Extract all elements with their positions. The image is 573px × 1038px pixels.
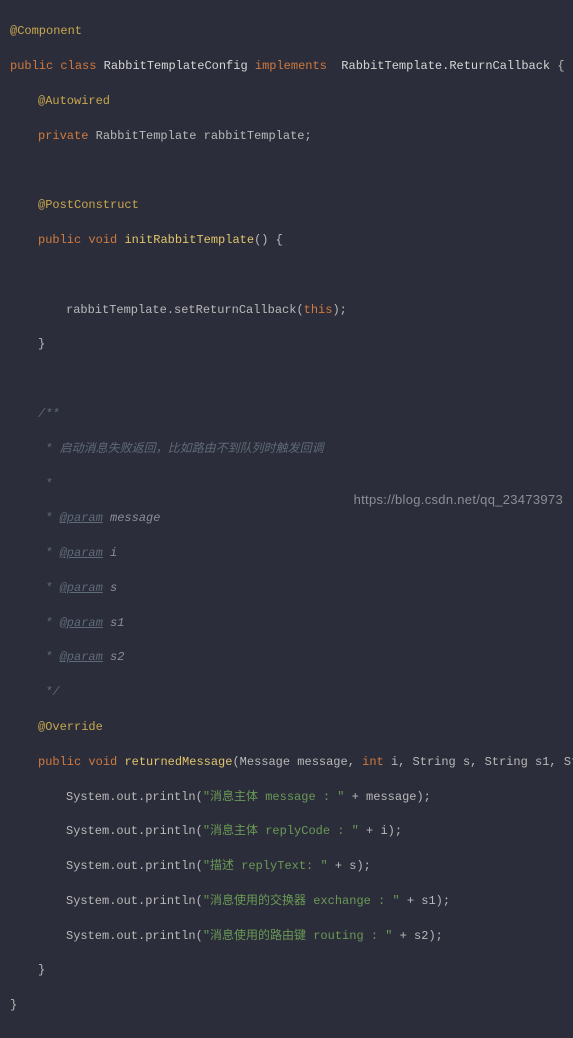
code-line: public class RabbitTemplateConfig implem… <box>10 58 573 75</box>
code-line: } <box>10 962 573 979</box>
comment-line: * @param message <box>10 510 573 527</box>
code-block: @Component public class RabbitTemplateCo… <box>0 0 573 1038</box>
code-line: System.out.println("描述 replyText: " + s)… <box>10 858 573 875</box>
code-line: @Component <box>10 23 573 40</box>
code-line: rabbitTemplate.setReturnCallback(this); <box>10 302 573 319</box>
code-line: @PostConstruct <box>10 197 573 214</box>
blank-line <box>10 267 573 284</box>
code-line: System.out.println("消息主体 replyCode : " +… <box>10 823 573 840</box>
code-line: System.out.println("消息使用的路由键 routing : "… <box>10 928 573 945</box>
comment-line: * @param s <box>10 580 573 597</box>
comment-line: * 启动消息失败返回，比如路由不到队列时触发回调 <box>10 441 573 458</box>
blank-line <box>10 163 573 180</box>
annotation: @Component <box>10 24 82 38</box>
code-line: System.out.println("消息使用的交换器 exchange : … <box>10 893 573 910</box>
comment-line: * @param s2 <box>10 649 573 666</box>
code-line: } <box>10 336 573 353</box>
code-line: @Autowired <box>10 93 573 110</box>
code-line: public void returnedMessage(Message mess… <box>10 754 573 771</box>
blank-line <box>10 371 573 388</box>
code-line: private RabbitTemplate rabbitTemplate; <box>10 128 573 145</box>
comment-line: /** <box>10 406 573 423</box>
code-line: public void initRabbitTemplate() { <box>10 232 573 249</box>
comment-line: * @param s1 <box>10 615 573 632</box>
comment-line: * <box>10 476 573 493</box>
comment-line: */ <box>10 684 573 701</box>
comment-line: * @param i <box>10 545 573 562</box>
code-line: } <box>10 997 573 1014</box>
code-line: System.out.println("消息主体 message : " + m… <box>10 789 573 806</box>
code-line: @Override <box>10 719 573 736</box>
